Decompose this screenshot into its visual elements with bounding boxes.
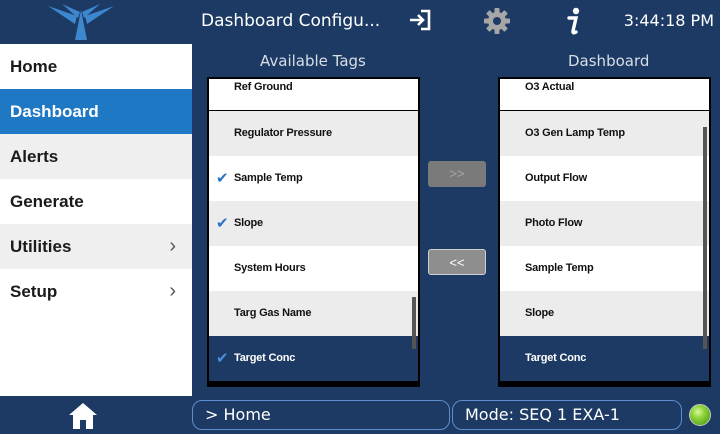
list-item-label: Output Flow — [525, 172, 587, 184]
sign-in-icon[interactable] — [406, 6, 434, 34]
mode-status: Mode: SEQ 1 EXA-1 — [452, 400, 682, 430]
header-bar: Dashboard Configu... 3:44:18 PM — [0, 0, 720, 44]
dashboard-list-title: Dashboard — [568, 52, 650, 70]
main-panel: Available Tags Dashboard Ref Ground Regu… — [192, 44, 720, 396]
sidebar-item-label: Utilities — [10, 237, 72, 256]
list-item[interactable]: ✔ Slope — [209, 201, 418, 246]
scrollbar-thumb[interactable] — [703, 127, 707, 349]
clock: 3:44:18 PM — [623, 11, 714, 30]
logo-area — [0, 0, 192, 44]
chevron-right-icon: › — [169, 280, 176, 302]
list-item-label: Sample Temp — [234, 172, 303, 184]
chevron-right-icon: › — [169, 235, 176, 257]
list-item-label: Ref Ground — [234, 81, 293, 93]
sidebar-item-label: Alerts — [10, 147, 59, 166]
footer-bar: > Home Mode: SEQ 1 EXA-1 — [0, 396, 720, 434]
list-item[interactable]: Output Flow — [500, 156, 709, 201]
list-item-label: System Hours — [234, 262, 306, 274]
sidebar-item-dashboard[interactable]: Dashboard — [0, 89, 192, 134]
available-tags-title: Available Tags — [260, 52, 366, 70]
sidebar-item-utilities[interactable]: Utilities › — [0, 224, 192, 269]
list-item-label: Sample Temp — [525, 262, 594, 274]
sidebar-item-alerts[interactable]: Alerts — [0, 134, 192, 179]
breadcrumb[interactable]: > Home — [192, 400, 450, 430]
sidebar-item-label: Setup — [10, 282, 58, 301]
checkmark-icon: ✔ — [216, 215, 229, 232]
list-item-selected[interactable]: Target Conc — [500, 336, 709, 381]
sidebar-item-setup[interactable]: Setup › — [0, 269, 192, 314]
sidebar-item-home[interactable]: Home — [0, 44, 192, 89]
list-item-label: Slope — [525, 307, 554, 319]
teledyne-logo-icon — [48, 4, 114, 40]
home-icon[interactable] — [68, 400, 98, 430]
list-item-label: O3 Gen Lamp Temp — [525, 127, 625, 139]
sidebar-item-generate[interactable]: Generate — [0, 179, 192, 224]
sidebar: Home Dashboard Alerts Generate Utilities… — [0, 44, 192, 396]
page-title: Dashboard Configu... — [201, 11, 381, 31]
list-item[interactable]: Ref Ground — [209, 79, 418, 110]
list-item-label: Target Conc — [525, 352, 587, 364]
list-item-label: Photo Flow — [525, 217, 583, 229]
list-item[interactable]: O3 Gen Lamp Temp — [500, 111, 709, 156]
scrollbar-thumb[interactable] — [412, 297, 416, 349]
status-led-icon — [689, 404, 711, 426]
list-item-label: Regulator Pressure — [234, 127, 332, 139]
gear-icon[interactable] — [482, 6, 512, 36]
list-item-label: Slope — [234, 217, 263, 229]
info-icon[interactable] — [562, 6, 584, 38]
checkmark-icon: ✔ — [216, 170, 229, 187]
sidebar-item-label: Home — [10, 57, 58, 76]
dashboard-tags-list[interactable]: O3 Actual O3 Gen Lamp Temp Output Flow P… — [498, 77, 711, 387]
list-item-selected[interactable]: ✔ Target Conc — [209, 336, 418, 381]
checkmark-icon: ✔ — [216, 350, 229, 367]
list-item[interactable]: Targ Gas Name — [209, 291, 418, 336]
list-item-label: Target Conc — [234, 352, 296, 364]
sidebar-item-label: Dashboard — [10, 102, 99, 121]
list-item[interactable]: Photo Flow — [500, 201, 709, 246]
list-item-label: Targ Gas Name — [234, 307, 312, 319]
list-item[interactable]: System Hours — [209, 246, 418, 291]
list-item[interactable]: O3 Actual — [500, 79, 709, 110]
available-tags-list[interactable]: Ref Ground Regulator Pressure ✔ Sample T… — [207, 77, 420, 387]
list-item-label: O3 Actual — [525, 81, 575, 93]
list-item[interactable]: Regulator Pressure — [209, 111, 418, 156]
remove-from-dashboard-button[interactable]: << — [428, 249, 486, 275]
list-item[interactable]: ✔ Sample Temp — [209, 156, 418, 201]
add-to-dashboard-button[interactable]: >> — [428, 161, 486, 187]
sidebar-item-label: Generate — [10, 192, 84, 211]
list-item[interactable]: Sample Temp — [500, 246, 709, 291]
list-item[interactable]: Slope — [500, 291, 709, 336]
